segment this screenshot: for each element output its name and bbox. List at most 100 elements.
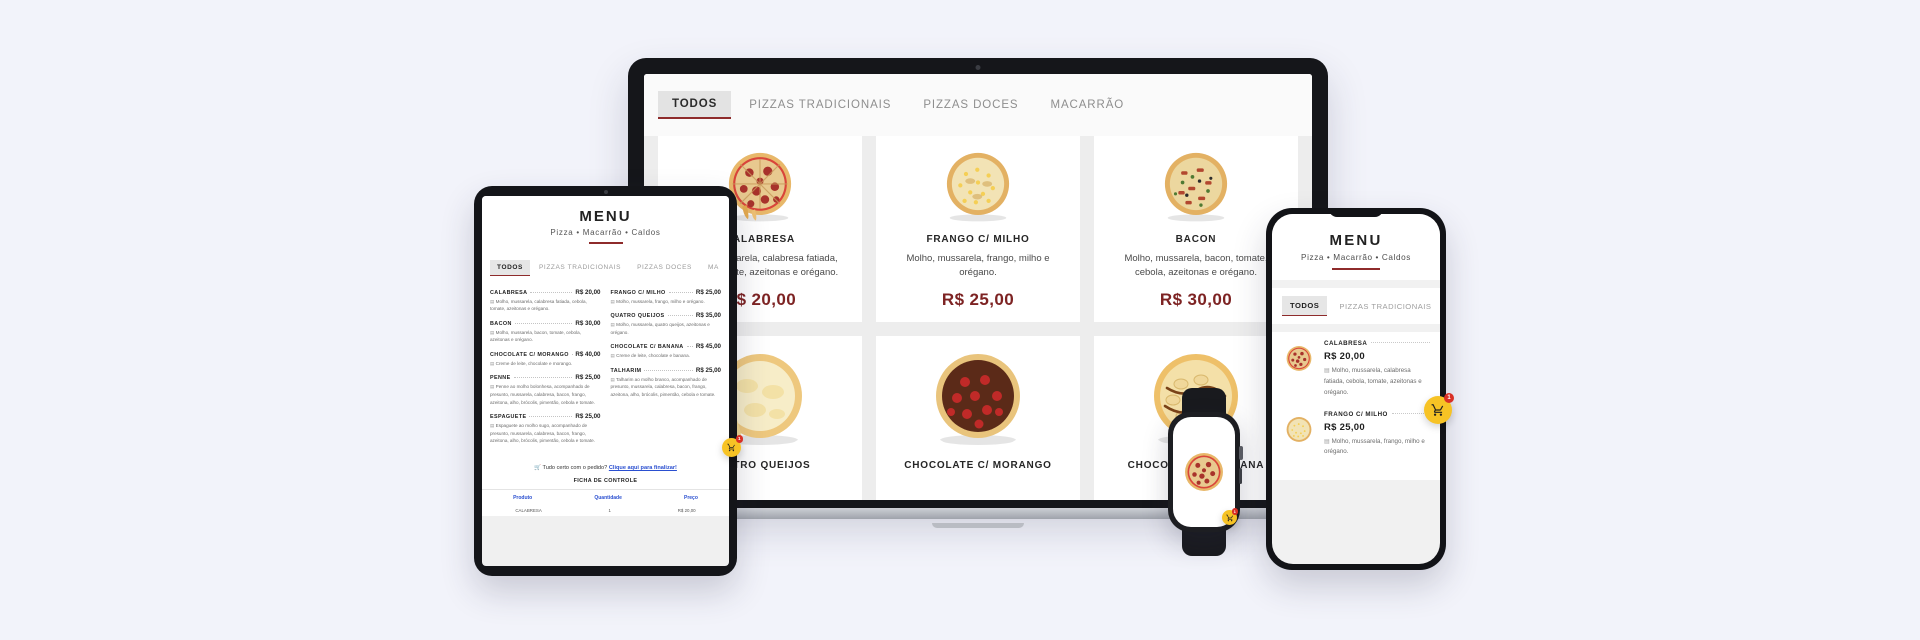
tablet-header: MENU Pizza • Macarrão • Caldos xyxy=(482,196,729,252)
phone-title-divider xyxy=(1332,268,1380,270)
tablet-tab-pizzas-tradicionais[interactable]: PIZZAS TRADICIONAIS xyxy=(532,260,628,275)
phone-item-description: ▤ Molho, mussarela, calabresa fatiada, c… xyxy=(1324,367,1422,396)
tablet-sheet-cell-preco: R$ 20,00 xyxy=(677,507,696,513)
laptop-tab-pizzas-tradicionais[interactable]: PIZZAS TRADICIONAIS xyxy=(735,92,905,118)
phone-cart-button[interactable]: 1 xyxy=(1424,393,1454,424)
phone-tab-pizzas-tradicionais[interactable]: PIZZAS TRADICIONAIS xyxy=(1331,297,1439,316)
phone-page-title: MENU xyxy=(1329,232,1383,249)
pizza-bacon-image xyxy=(1164,152,1228,222)
laptop-camera-icon xyxy=(975,65,981,70)
tablet-item-name: CHOCOLATE C/ BANANA xyxy=(610,344,684,351)
tablet-tab-todos[interactable]: TODOS xyxy=(490,259,530,276)
tablet-menu-column-left: CALABRESA R$ 20,00 ▤ Molho, mussarela, ca… xyxy=(490,289,601,452)
tablet-item-name: BACON xyxy=(490,320,512,327)
laptop-tab-macarrao[interactable]: MACARRÃO xyxy=(1036,92,1138,118)
tablet-sheet-cell-quantidade: 1 xyxy=(608,507,611,513)
tablet-tab-macarrao[interactable]: MA xyxy=(701,260,726,275)
laptop-product-card[interactable]: CHOCOLATE C/ MORANGO xyxy=(876,336,1080,500)
tablet-item-price: R$ 40,00 xyxy=(575,350,601,358)
watch-crown[interactable] xyxy=(1239,446,1243,460)
phone-menu-list: CALABRESA R$ 20,00 ▤ Molho, mussarela, c… xyxy=(1272,332,1440,481)
tablet-sheet-cell-produto: CALABRESA xyxy=(515,507,542,513)
tablet-menu-item[interactable]: PENNE R$ 25,00 ▤ Penne ao molho bolonhesa… xyxy=(490,374,601,406)
laptop-product-price: R$ 25,00 xyxy=(941,290,1015,309)
tablet-tab-pizzas-doces[interactable]: PIZZAS DOCES xyxy=(630,260,699,275)
laptop-tab-todos[interactable]: TODOS xyxy=(658,91,732,119)
tablet-sheet-col-preco: Preço xyxy=(684,494,698,501)
laptop-product-price: R$ 30,00 xyxy=(1159,290,1233,309)
tablet-menu-item[interactable]: BACON R$ 30,00 ▤ Molho, mussarela, bacon,… xyxy=(490,320,601,344)
tablet-tab-bar: TODOS PIZZAS TRADICIONAIS PIZZAS DOCES M… xyxy=(482,251,729,284)
laptop-product-description: Molho, mussarela, bacon, tomate, cebola,… xyxy=(1124,252,1268,278)
tablet-item-price: R$ 25,00 xyxy=(695,366,721,374)
watch-device: 1 xyxy=(1168,388,1243,556)
tablet-menu-item[interactable]: FRANGO C/ MILHO R$ 25,00 ▤ Molho, mussare… xyxy=(611,289,722,306)
laptop-tab-bar: TODOS PIZZAS TRADICIONAIS PIZZAS DOCES M… xyxy=(644,74,1312,136)
phone-page-subtitle: Pizza • Macarrão • Caldos xyxy=(1301,253,1411,262)
tablet-item-name: ESPAGUETE xyxy=(490,414,527,421)
mockup-stage: TODOS PIZZAS TRADICIONAIS PIZZAS DOCES M… xyxy=(0,0,1920,640)
tablet-menu-item[interactable]: CHOCOLATE C/ BANANA R$ 45,00 ▤ Creme de l… xyxy=(611,343,722,360)
phone-item-price: R$ 25,00 xyxy=(1324,421,1365,433)
phone-item-name: FRANGO C/ MILHO xyxy=(1324,410,1388,418)
laptop-tab-pizzas-doces[interactable]: PIZZAS DOCES xyxy=(909,92,1032,118)
laptop-product-name: BACON xyxy=(1175,233,1217,245)
tablet-menu-item[interactable]: CALABRESA R$ 20,00 ▤ Molho, mussarela, ca… xyxy=(490,289,601,313)
watch-cart-button[interactable]: 1 xyxy=(1222,508,1238,525)
phone-item-thumbnail xyxy=(1282,411,1316,459)
cart-icon xyxy=(1225,514,1233,521)
laptop-product-name: FRANGO C/ MILHO xyxy=(926,233,1030,245)
tablet-item-name: QUATRO QUEIJOS xyxy=(610,313,665,320)
phone-item-info: FRANGO C/ MILHO R$ 25,00 ▤ Molho, mussar… xyxy=(1324,411,1430,459)
tablet-item-description: ▤ Penne ao molho bolonhesa, acompanhado … xyxy=(490,384,595,405)
tablet-item-price: R$ 20,00 xyxy=(575,288,601,296)
phone-device: MENU Pizza • Macarrão • Caldos TODOS PIZ… xyxy=(1266,208,1454,570)
tablet-sheet-title: FICHA DE CONTROLE xyxy=(482,473,729,490)
phone-item-description: ▤ Molho, mussarela, frango, milho e orég… xyxy=(1324,437,1425,456)
tablet-item-description: ▤ Creme de leite, chocolate e banana. xyxy=(610,353,690,359)
tablet-sheet-col-quantidade: Quantidade xyxy=(594,494,622,501)
tablet-checkout-cta: 🛒 Tudo certo com o pedido? Clique aqui p… xyxy=(482,457,729,474)
tablet-menu-item[interactable]: ESPAGUETE R$ 25,00 ▤ Espaguete ao molho s… xyxy=(490,413,601,445)
tablet-page-subtitle: Pizza • Macarrão • Caldos xyxy=(550,228,661,237)
tablet-item-name: FRANGO C/ MILHO xyxy=(610,289,666,296)
note-icon: ▤ xyxy=(1324,437,1332,445)
tablet-item-description: ▤ Molho, mussarela, quatro queijos, azei… xyxy=(610,322,710,335)
tablet-item-name: TALHARIM xyxy=(610,367,642,374)
tablet-title-divider xyxy=(588,242,623,244)
pizza-frango-milho-image xyxy=(946,152,1010,222)
tablet-item-description: ▤ Espaguete ao molho sugo, acompanhado d… xyxy=(490,423,595,444)
watch-bezel: 1 xyxy=(1168,412,1243,532)
note-icon: ▤ xyxy=(1324,367,1332,374)
laptop-product-card[interactable]: FRANGO C/ MILHO Molho, mussarela, frango… xyxy=(876,136,1080,322)
phone-item-thumbnail xyxy=(1282,340,1316,399)
tablet-item-price: R$ 25,00 xyxy=(695,288,721,296)
phone-menu-item[interactable]: FRANGO C/ MILHO R$ 25,00 ▤ Molho, mussar… xyxy=(1282,411,1430,459)
dots-leader xyxy=(667,315,693,317)
tablet-menu-item[interactable]: TALHARIM R$ 25,00 ▤ Talharim ao molho bra… xyxy=(611,367,722,399)
phone-tab-todos[interactable]: TODOS xyxy=(1282,296,1328,316)
tablet-menu-item[interactable]: QUATRO QUEIJOS R$ 35,00 ▤ Molho, mussarel… xyxy=(611,312,722,336)
tablet-bezel: MENU Pizza • Macarrão • Caldos TODOS PIZ… xyxy=(474,186,743,576)
tablet-menu-list: CALABRESA R$ 20,00 ▤ Molho, mussarela, ca… xyxy=(482,283,729,458)
tablet-item-description: ▤ Molho, mussarela, bacon, tomate, cebol… xyxy=(490,329,581,343)
watch-side-button[interactable] xyxy=(1239,468,1242,484)
phone-tab-bar: TODOS PIZZAS TRADICIONAIS xyxy=(1272,288,1440,324)
tablet-item-description: ▤ Molho, mussarela, frango, milho e orég… xyxy=(610,298,705,304)
phone-menu-item[interactable]: CALABRESA R$ 20,00 ▤ Molho, mussarela, c… xyxy=(1282,340,1430,399)
pizza-chocolate-morango-image xyxy=(936,354,1020,445)
dots-leader xyxy=(644,369,693,371)
tablet-menu-item[interactable]: CHOCOLATE C/ MORANGO R$ 40,00 ▤ Creme de … xyxy=(490,351,601,368)
laptop-product-description: Molho, mussarela, frango, milho e orégan… xyxy=(906,252,1050,278)
tablet-menu-column-right: FRANGO C/ MILHO R$ 25,00 ▤ Molho, mussare… xyxy=(611,289,722,452)
cart-icon xyxy=(727,443,735,452)
phone-notch xyxy=(1329,208,1383,217)
tablet-device: MENU Pizza • Macarrão • Caldos TODOS PIZ… xyxy=(474,186,743,576)
tablet-screen: MENU Pizza • Macarrão • Caldos TODOS PIZ… xyxy=(482,196,729,566)
tablet-item-description: ▤ Molho, mussarela, calabresa fatiada, c… xyxy=(490,298,587,312)
pizza-frango-milho-image xyxy=(1286,416,1312,442)
tablet-cta-link[interactable]: Clique aqui para finalizar! xyxy=(609,465,677,471)
phone-bezel: MENU Pizza • Macarrão • Caldos TODOS PIZ… xyxy=(1266,208,1454,570)
tablet-cart-button[interactable]: 1 xyxy=(722,435,743,457)
dots-leader xyxy=(668,291,693,293)
